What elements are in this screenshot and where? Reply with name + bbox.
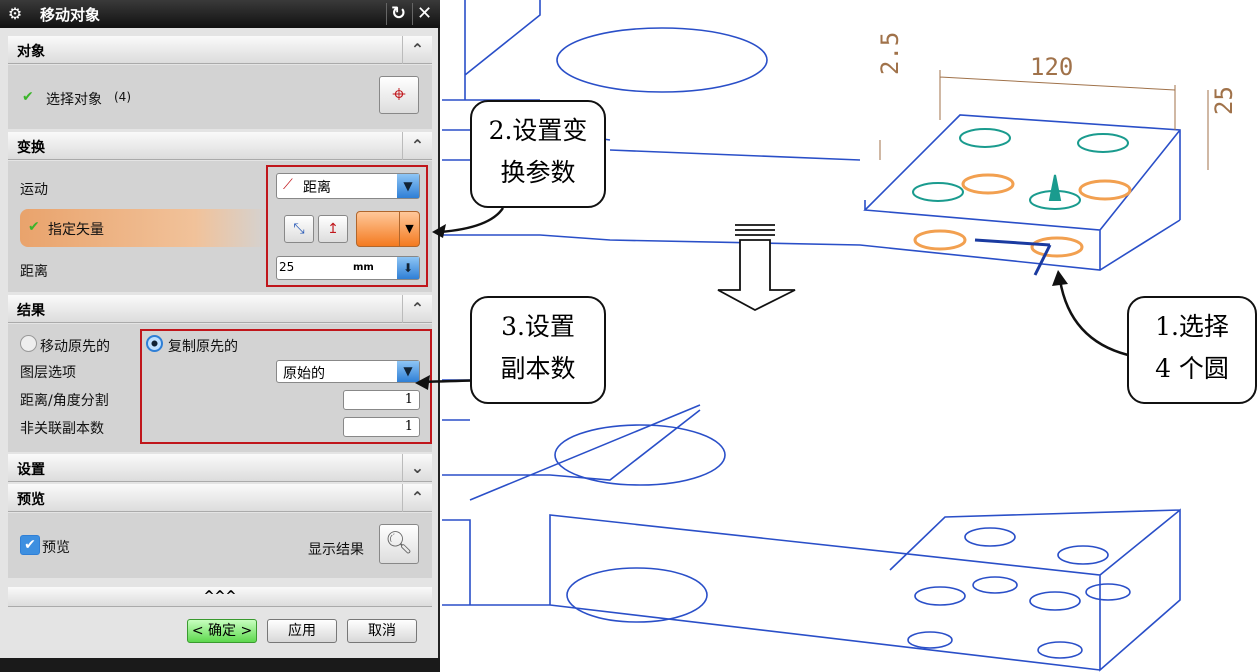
section-result-body: 移动原先的 复制原先的 图层选项 距离/角度分割 非关联副本数 原始的 ▼ 1 1 xyxy=(8,324,432,452)
dimension-text: 120 2.5 25 xyxy=(876,32,1238,115)
show-result-button[interactable]: 🔍︎ xyxy=(379,524,419,564)
section-preview-header[interactable]: 预览 ⌃ xyxy=(8,484,432,512)
check-icon: ✔ xyxy=(22,89,34,105)
preview-label: 预览 xyxy=(42,540,70,556)
dim-120: 120 xyxy=(1030,53,1073,81)
select-object-label[interactable]: 选择对象 xyxy=(46,89,102,109)
magnifier-icon: 🔍︎ xyxy=(385,531,413,556)
close-icon[interactable]: ✕ xyxy=(412,3,436,25)
section-title: 变换 xyxy=(17,140,45,156)
section-title: 结果 xyxy=(17,303,45,319)
chevron-up-icon[interactable]: ⌃ xyxy=(402,484,432,512)
dialog-title: 移动对象 xyxy=(40,6,101,24)
more-options-bar[interactable]: ^^^ xyxy=(8,587,432,607)
select-count: (4) xyxy=(114,90,131,104)
check-icon: ✔ xyxy=(28,219,40,235)
move-original-radio[interactable] xyxy=(20,335,37,352)
callout-step3: 3.设置副本数 xyxy=(470,296,606,404)
crosshair-icon: ⌖ xyxy=(392,80,406,108)
dialog-titlebar: ⚙ 移动对象 ↻ ✕ xyxy=(0,0,440,28)
section-preview-body: ✔ 预览 显示结果 🔍︎ xyxy=(8,513,432,578)
cancel-button[interactable]: 取消 xyxy=(347,619,417,643)
callout-line: 2.设置变 xyxy=(488,116,588,145)
specify-vector-row[interactable]: ✔ 指定矢量 xyxy=(20,209,270,247)
specify-vector-label: 指定矢量 xyxy=(48,222,104,238)
move-object-dialog: ⚙ 移动对象 ↻ ✕ 对象 ⌃ ✔ 选择对象 (4) ⌖ 变换 ⌃ 运动 ✔ 指定矢… xyxy=(0,0,440,672)
callout-line: 副本数 xyxy=(500,354,576,383)
down-arrow-icon xyxy=(717,224,796,312)
move-original-label: 移动原先的 xyxy=(40,339,110,355)
preview-checkbox[interactable]: ✔ xyxy=(20,535,40,555)
reset-icon[interactable]: ↻ xyxy=(386,3,410,25)
copied-part xyxy=(442,379,1181,672)
dimension-lines xyxy=(879,70,1209,170)
dim-25: 25 xyxy=(1210,86,1238,115)
show-result-label: 显示结果 xyxy=(308,542,364,558)
distance-label: 距离 xyxy=(20,264,48,280)
select-object-button[interactable]: ⌖ xyxy=(379,76,419,114)
selected-circles xyxy=(912,128,1132,276)
section-transform-header[interactable]: 变换 ⌃ xyxy=(8,132,432,160)
dim-2-5: 2.5 xyxy=(876,32,904,75)
chevron-down-icon[interactable]: ⌄ xyxy=(402,454,432,482)
section-title: 设置 xyxy=(17,462,45,478)
more-options-label: ^^^ xyxy=(203,589,237,604)
callout-step1: 1.选择 4 个圆 xyxy=(1127,296,1257,404)
highlight-box xyxy=(140,329,432,444)
section-result-header[interactable]: 结果 ⌃ xyxy=(8,295,432,323)
chevron-up-icon[interactable]: ⌃ xyxy=(402,132,432,160)
section-object-header[interactable]: 对象 ⌃ xyxy=(8,36,432,64)
dialog-bottom-bar xyxy=(0,658,440,672)
section-title: 预览 xyxy=(17,492,45,508)
motion-label: 运动 xyxy=(20,182,48,198)
section-object-body: ✔ 选择对象 (4) ⌖ xyxy=(8,65,432,129)
highlight-box xyxy=(266,165,428,287)
chevron-up-icon[interactable]: ⌃ xyxy=(402,36,432,64)
callout-line: 换参数 xyxy=(500,158,576,187)
gear-icon[interactable]: ⚙ xyxy=(5,4,25,24)
ok-button[interactable]: < 确定 > xyxy=(187,619,257,643)
chevron-up-icon[interactable]: ⌃ xyxy=(402,295,432,323)
callout-line: 1.选择 xyxy=(1155,312,1229,341)
section-transform-body: 运动 ✔ 指定矢量 距离 ⟋ 距离 ▼ ⤡ ↥ ▼ 25 mm ⬇ xyxy=(8,161,432,292)
layer-option-label: 图层选项 xyxy=(20,365,76,381)
section-settings-header[interactable]: 设置 ⌄ xyxy=(8,454,432,482)
callout-step2: 2.设置变换参数 xyxy=(470,100,606,208)
copies-label: 非关联副本数 xyxy=(20,421,104,437)
apply-button[interactable]: 应用 xyxy=(267,619,337,643)
callout-line: 3.设置 xyxy=(501,312,575,341)
split-label: 距离/角度分割 xyxy=(20,393,109,409)
callout-line: 4 个圆 xyxy=(1155,354,1229,383)
section-title: 对象 xyxy=(17,44,45,60)
